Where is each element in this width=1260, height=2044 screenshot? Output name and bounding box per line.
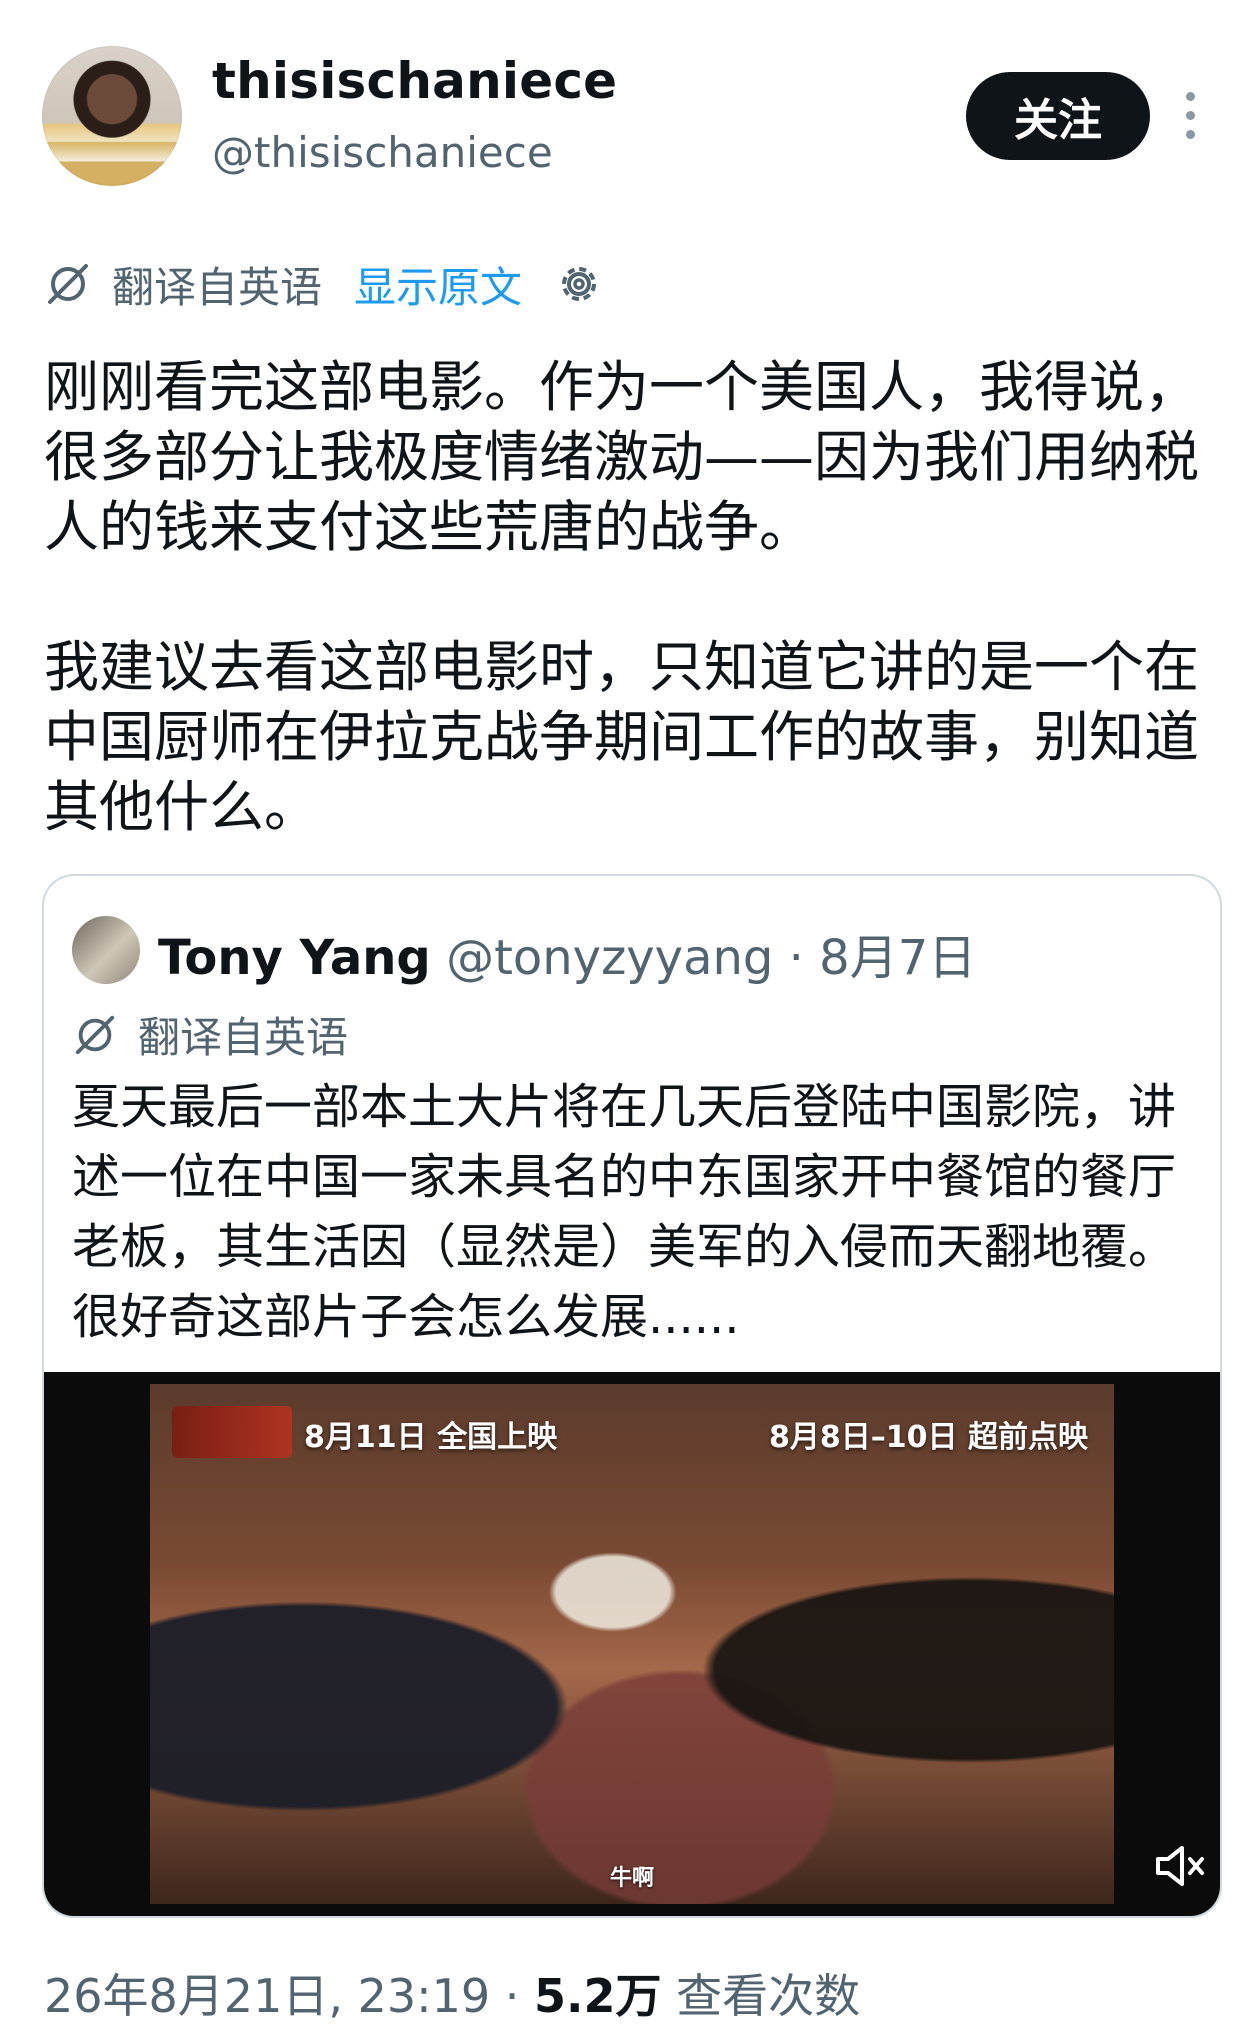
views-count: 5.2万	[534, 1969, 662, 2023]
separator-dot: ·	[490, 1969, 535, 2023]
author-display-name[interactable]: thisischaniece	[212, 52, 617, 110]
movie-logo	[172, 1406, 292, 1458]
translate-icon	[75, 1015, 115, 1054]
separator-dot: ·	[773, 930, 820, 986]
quoted-author-handle[interactable]: @tonyzyyang	[446, 930, 773, 986]
more-icon[interactable]	[1180, 92, 1200, 140]
video-subtitle: 牛啊	[609, 1866, 654, 1891]
views-label: 查看次数	[661, 1969, 861, 2023]
translation-label: 翻译自英语	[112, 262, 323, 312]
tweet-timestamp[interactable]: 26年8月21日, 23:19	[44, 1969, 490, 2023]
preview-date-text: 8月8日–10日 超前点映	[769, 1420, 1088, 1455]
quoted-tweet-text: 夏天最后一部本土大片将在几天后登陆中国影院，讲述一位在中国一家未具名的中东国家开…	[72, 1079, 1177, 1345]
show-original-link[interactable]: 显示原文	[354, 254, 522, 315]
tweet-paragraph: 刚刚看完这部电影。作为一个美国人，我得说，很多部分让我极度情绪激动——因为我们用…	[44, 355, 1200, 559]
quoted-tweet-header: Tony Yang @tonyzyyang · 8月7日	[158, 918, 976, 988]
translation-bar: 翻译自英语 显示原文	[44, 256, 604, 312]
quoted-tweet-date[interactable]: 8月7日	[819, 930, 976, 986]
mute-icon[interactable]	[1154, 1842, 1206, 1890]
follow-button[interactable]: 关注	[966, 72, 1150, 160]
quoted-author-avatar[interactable]	[72, 916, 140, 984]
tweet-text: 刚刚看完这部电影。作为一个美国人，我得说，很多部分让我极度情绪激动——因为我们用…	[44, 352, 1224, 842]
author-handle[interactable]: @thisischaniece	[212, 128, 553, 177]
translate-icon	[48, 264, 88, 304]
release-date-text: 8月11日 全国上映	[304, 1420, 558, 1455]
video-frame[interactable]: 8月11日 全国上映 8月8日–10日 超前点映 牛啊	[150, 1384, 1114, 1904]
gear-icon[interactable]	[554, 259, 604, 309]
video-player[interactable]: 8月11日 全国上映 8月8日–10日 超前点映 牛啊	[44, 1372, 1220, 1916]
quoted-tweet-card[interactable]: Tony Yang @tonyzyyang · 8月7日 翻译自英语 夏天最后一…	[42, 874, 1222, 1918]
quoted-author-name[interactable]: Tony Yang	[158, 930, 431, 986]
quoted-translation-bar: 翻译自英语	[72, 1004, 348, 1065]
tweet-footer: 26年8月21日, 23:19 · 5.2万 查看次数	[44, 1960, 860, 2026]
quoted-translation-label: 翻译自英语	[138, 1013, 349, 1062]
author-avatar[interactable]	[42, 46, 182, 186]
tweet-paragraph: 我建议去看这部电影时，只知道它讲的是一个在中国厨师在伊拉克战争期间工作的故事，别…	[44, 635, 1200, 839]
